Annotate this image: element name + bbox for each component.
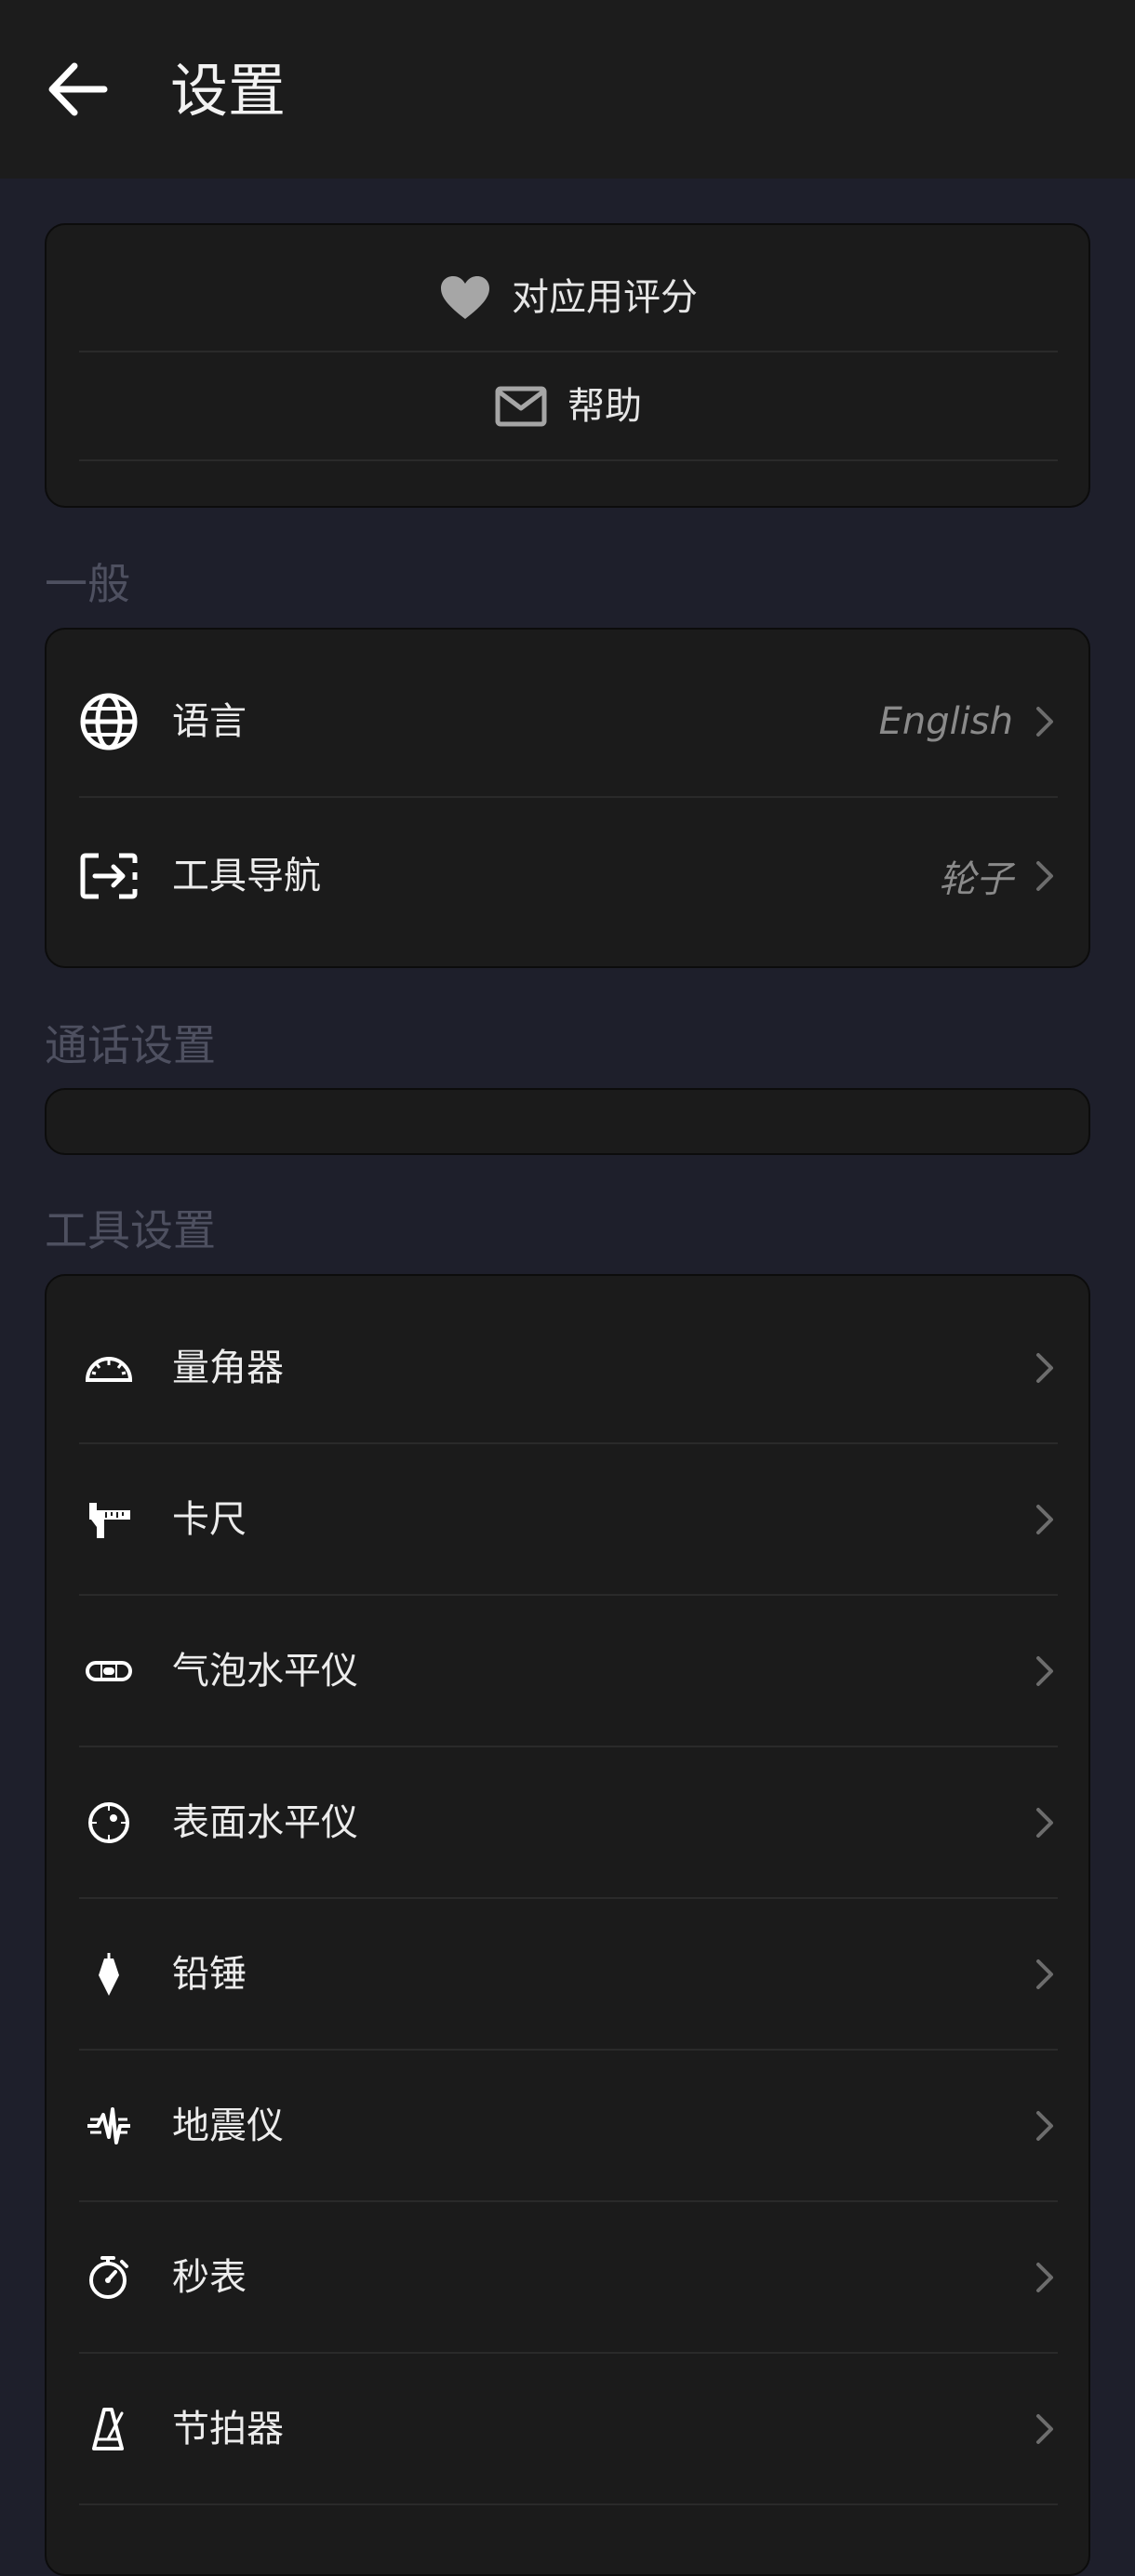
chevron-right-icon — [1036, 1352, 1053, 1383]
tool-row-plumb-bob[interactable]: 铅锤 — [79, 1899, 1058, 2051]
tool-navigation-icon — [79, 846, 139, 906]
tool-row-seismometer[interactable]: 地震仪 — [79, 2051, 1058, 2202]
general-card: 语言 English 工具导航 轮子 — [45, 628, 1090, 968]
tool-label: 铅锤 — [172, 1952, 247, 1996]
page-title: 设置 — [170, 57, 287, 125]
language-value: English — [878, 699, 1013, 743]
chevron-right-icon — [1036, 860, 1053, 891]
rate-app-button[interactable]: 对应用评分 — [79, 244, 1058, 352]
heart-icon — [441, 275, 489, 319]
tool-row-protractor[interactable]: 量角器 — [79, 1293, 1058, 1444]
chevron-right-icon — [1036, 2413, 1053, 2444]
globe-icon — [79, 692, 139, 751]
tool-row-caliper[interactable]: 卡尺 — [79, 1444, 1058, 1596]
language-row[interactable]: 语言 English — [79, 646, 1058, 798]
tool-label: 表面水平仪 — [172, 1800, 358, 1844]
seismometer-icon — [79, 2096, 139, 2156]
arrow-left-icon — [48, 62, 108, 116]
tools-card: 量角器 卡尺 气泡水平仪 表面水平仪 铅锤 地震仪 秒表 节拍器 — [45, 1274, 1090, 2576]
chevron-right-icon — [1036, 706, 1053, 737]
tool-label: 秒表 — [172, 2255, 247, 2299]
call-settings-card — [45, 1088, 1090, 1155]
language-label: 语言 — [172, 699, 247, 743]
mail-icon — [495, 386, 547, 426]
chevron-right-icon — [1036, 1807, 1053, 1838]
chevron-right-icon — [1036, 1959, 1053, 1989]
bubble-level-icon — [79, 1641, 139, 1701]
tool-navigation-row[interactable]: 工具导航 轮子 — [79, 800, 1058, 951]
plumb-bob-icon — [79, 1945, 139, 2004]
section-title-general: 一般 — [45, 559, 130, 609]
tool-label: 地震仪 — [172, 2104, 284, 2147]
top-card: 对应用评分 帮助 — [45, 223, 1090, 508]
surface-level-icon — [79, 1793, 139, 1852]
tool-label: 节拍器 — [172, 2407, 284, 2450]
help-button[interactable]: 帮助 — [79, 352, 1058, 461]
chevron-right-icon — [1036, 1504, 1053, 1534]
tool-row-metronome[interactable]: 节拍器 — [79, 2354, 1058, 2505]
app-bar: 设置 — [0, 0, 1135, 179]
back-button[interactable] — [37, 52, 117, 126]
tool-label: 卡尺 — [172, 1497, 247, 1541]
stopwatch-icon — [79, 2248, 139, 2307]
chevron-right-icon — [1036, 2262, 1053, 2292]
tool-row-stopwatch[interactable]: 秒表 — [79, 2202, 1058, 2354]
help-label: 帮助 — [568, 384, 642, 428]
tool-row-surface-level[interactable]: 表面水平仪 — [79, 1747, 1058, 1899]
caliper-icon — [79, 1490, 139, 1549]
rate-app-label: 对应用评分 — [512, 275, 698, 319]
tool-navigation-value: 轮子 — [939, 857, 1013, 901]
protractor-icon — [79, 1338, 139, 1398]
chevron-right-icon — [1036, 1655, 1053, 1686]
chevron-right-icon — [1036, 2110, 1053, 2141]
tool-row-bubble-level[interactable]: 气泡水平仪 — [79, 1596, 1058, 1747]
metronome-icon — [79, 2399, 139, 2459]
tool-label: 量角器 — [172, 1346, 284, 1389]
section-title-tools: 工具设置 — [45, 1205, 216, 1255]
tool-label: 气泡水平仪 — [172, 1649, 358, 1693]
section-title-call: 通话设置 — [45, 1020, 216, 1070]
tool-navigation-label: 工具导航 — [172, 854, 321, 897]
